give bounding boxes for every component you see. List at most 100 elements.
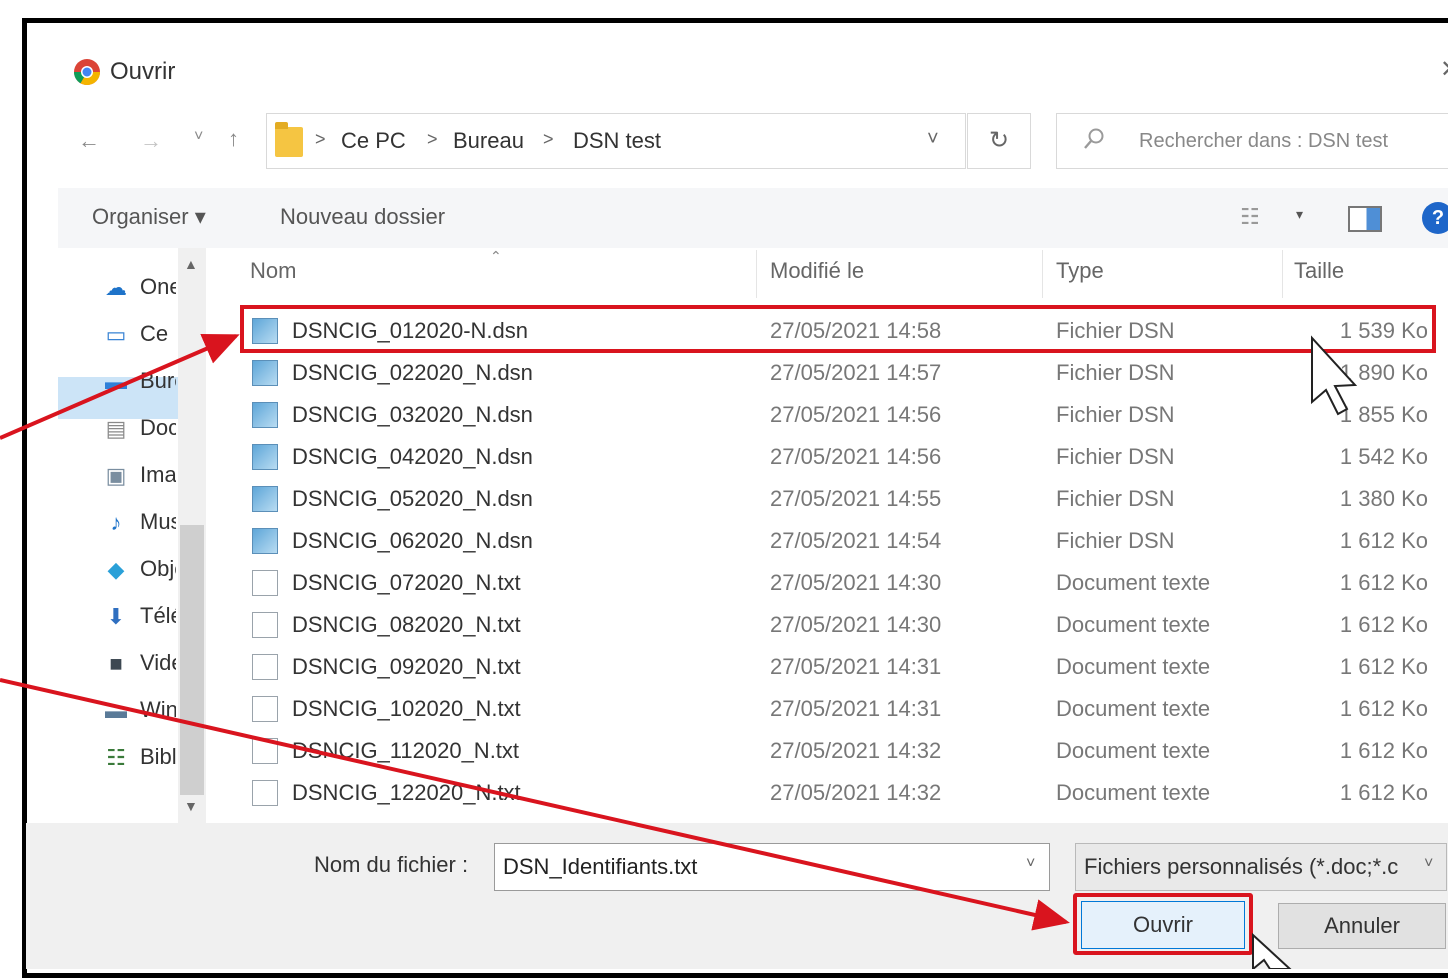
breadcrumb-dsn-test[interactable]: DSN test [573,128,661,154]
sidebar-item[interactable]: ▬ Windows [100,691,178,731]
file-size: 1 855 Ko [1339,402,1428,427]
computer-icon: ▭ [105,322,127,347]
sidebar-item[interactable]: ♪ Musique [100,503,178,543]
sidebar-item[interactable]: ▣ Images [100,456,178,496]
breadcrumb-bureau[interactable]: Bureau [453,128,524,154]
file-row[interactable]: DSNCIG_082020_N.txt 27/05/2021 14:30 Docum… [240,603,1440,645]
preview-pane-icon[interactable] [1348,206,1382,232]
chevron-down-icon[interactable]: ▾ [1296,206,1303,223]
file-modified-date: 27/05/2021 14:54 [770,528,942,553]
column-divider[interactable] [1042,250,1043,298]
sidebar-item[interactable]: ☁ OneDrive [100,268,178,308]
column-header-modified[interactable]: Modifié le [770,258,864,284]
file-type: Fichier DSN [1056,528,1175,553]
file-modified-date: 27/05/2021 14:57 [770,360,942,385]
desktop-icon: ▬ [105,369,127,394]
file-row[interactable]: DSNCIG_092020_N.txt 27/05/2021 14:31 Docum… [240,645,1440,687]
file-type: Fichier DSN [1056,402,1175,427]
sidebar-item[interactable]: ▤ Documents [100,409,178,449]
cancel-button[interactable]: Annuler [1278,903,1446,949]
scrollbar-thumb[interactable] [180,525,204,795]
sidebar-item[interactable]: ▬ Bureau [100,362,178,402]
sidebar-item-label: Vidéos [140,650,176,675]
file-type: Document texte [1056,570,1211,595]
refresh-icon[interactable]: ↻ [967,113,1031,169]
annotation-highlight-box [1073,893,1253,955]
search-icon [1084,128,1104,149]
file-modified-date: 27/05/2021 14:30 [770,612,942,637]
new-folder-button[interactable]: Nouveau dossier [280,204,445,230]
up-arrow-icon[interactable]: ↑ [228,126,239,152]
breadcrumb-separator: > [543,129,554,149]
file-row[interactable]: DSNCIG_042020_N.dsn 27/05/2021 14:56 Fichi… [240,435,1440,477]
file-name: DSNCIG_042020_N.dsn [292,444,533,469]
back-arrow-icon[interactable]: ← [78,128,100,154]
scroll-up-icon[interactable]: ▲ [184,256,198,272]
file-row[interactable]: DSNCIG_072020_N.txt 27/05/2021 14:30 Docum… [240,561,1440,603]
file-name: DSNCIG_082020_N.txt [292,612,521,637]
filename-input[interactable] [494,843,1050,891]
file-name: DSNCIG_112020_N.txt [292,738,520,763]
view-options-icon[interactable]: ☷ [1240,204,1260,230]
filetype-select[interactable]: Fichiers personnalisés (*.doc;*.c [1075,843,1447,891]
close-icon[interactable]: ✕ [1440,55,1448,84]
column-header-name[interactable]: Nom [250,258,296,284]
sidebar-item[interactable]: ☷ Bibliothèques [100,738,178,778]
folder-icon [275,122,303,157]
window-title: Ouvrir [110,58,176,85]
file-row[interactable]: DSNCIG_062020_N.dsn 27/05/2021 14:54 Fichi… [240,519,1440,561]
file-size: 1 612 Ko [1339,696,1428,721]
chevron-down-icon[interactable]: ˅ [1026,855,1035,873]
sidebar-item[interactable]: ◆ Objets 3D [100,550,178,590]
column-header-type[interactable]: Type [1056,258,1104,284]
column-header-size[interactable]: Taille [1294,258,1344,284]
sidebar-item[interactable]: ⬇ Téléchargements [100,597,178,637]
sidebar-item[interactable]: ■ Vidéos [100,644,178,684]
search-placeholder: Rechercher dans : DSN test [1139,130,1388,152]
column-divider[interactable] [756,250,757,298]
sidebar-item-label: Documents [140,415,176,440]
file-row[interactable]: DSNCIG_032020_N.dsn 27/05/2021 14:56 Fichi… [240,393,1440,435]
file-modified-date: 27/05/2021 14:32 [770,780,942,805]
file-size: 1 380 Ko [1339,486,1428,511]
file-row[interactable]: DSNCIG_052020_N.dsn 27/05/2021 14:55 Fichi… [240,477,1440,519]
music-icon: ♪ [110,510,122,535]
file-row[interactable]: DSNCIG_102020_N.txt 27/05/2021 14:31 Docum… [240,687,1440,729]
file-row[interactable]: DSNCIG_122020_N.txt 27/05/2021 14:32 Docum… [240,771,1440,813]
file-size: 1 612 Ko [1339,612,1428,637]
file-name: DSNCIG_022020_N.dsn [292,360,533,385]
recent-locations-icon[interactable]: ˅ [194,128,203,146]
file-row[interactable]: DSNCIG_112020_N.txt 27/05/2021 14:32 Docum… [240,729,1440,771]
text-file-icon [252,570,278,596]
download-icon: ⬇ [106,604,126,629]
chevron-down-icon[interactable]: ˅ [927,128,939,151]
sort-ascending-icon: ⌃ [490,248,502,264]
file-name: DSNCIG_052020_N.dsn [292,486,533,511]
file-size: 1 612 Ko [1339,528,1428,553]
address-bar[interactable]: > Ce PC > Bureau > DSN test ˅ [266,113,966,169]
dsn-file-icon [252,444,278,470]
file-modified-date: 27/05/2021 14:56 [770,444,942,469]
file-name: DSNCIG_072020_N.txt [292,570,521,595]
file-name: DSNCIG_032020_N.dsn [292,402,533,427]
sidebar-item-label: Bureau [140,368,176,393]
file-modified-date: 27/05/2021 14:32 [770,738,942,763]
command-toolbar: Organiser ▾ Nouveau dossier ☷ ▾ ? [58,188,1448,248]
file-size: 1 612 Ko [1339,738,1428,763]
forward-arrow-icon[interactable]: → [140,128,162,154]
organize-button[interactable]: Organiser ▾ [92,204,206,230]
column-divider[interactable] [1282,250,1283,298]
search-input[interactable]: Rechercher dans : DSN test [1056,113,1448,169]
breadcrumb-ce-pc[interactable]: Ce PC [341,128,406,154]
scroll-down-icon[interactable]: ▼ [184,798,198,814]
help-icon[interactable]: ? [1422,202,1448,234]
file-row[interactable]: DSNCIG_022020_N.dsn 27/05/2021 14:57 Fichi… [240,351,1440,393]
sidebar-item[interactable]: ▭ Ce PC [100,315,178,355]
dsn-file-icon [252,486,278,512]
file-name: DSNCIG_122020_N.txt [292,780,521,805]
network-icon: ☷ [106,745,126,770]
chevron-down-icon[interactable]: ˅ [1424,855,1433,873]
breadcrumb-separator: > [315,129,326,149]
documents-icon: ▤ [105,416,127,441]
file-type: Document texte [1056,654,1211,679]
